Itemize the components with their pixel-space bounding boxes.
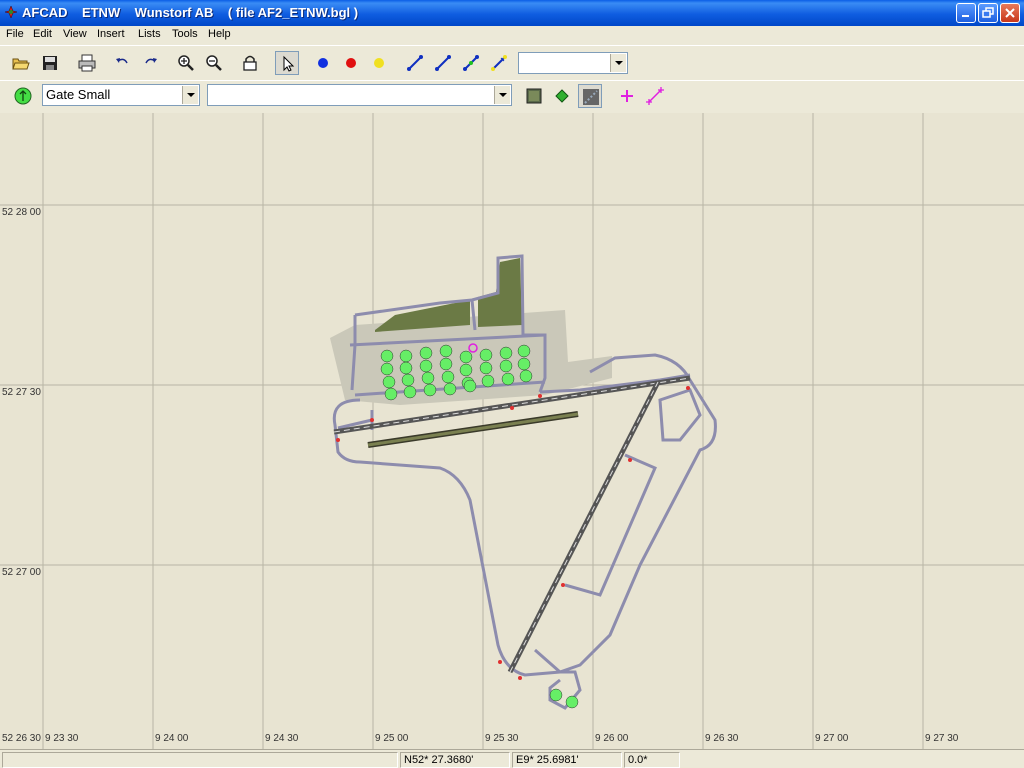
menu-edit[interactable]: Edit	[33, 28, 52, 40]
menu-file[interactable]: File	[6, 28, 24, 40]
latitude-label: 52 26 30	[2, 733, 41, 744]
menu-tools[interactable]: Tools	[172, 28, 198, 40]
zoom-in-button[interactable]	[174, 51, 198, 75]
toolbar-dropdown[interactable]	[518, 52, 628, 74]
parking-path-button[interactable]	[459, 51, 483, 75]
title-bar[interactable]: AFCAD ETNW Wunstorf AB ( file AF2_ETNW.b…	[0, 0, 1024, 26]
select-arrow-icon	[283, 55, 295, 72]
redo-icon	[145, 58, 157, 64]
menu-view[interactable]: View	[63, 28, 87, 40]
add-blue-node-button[interactable]	[311, 51, 335, 75]
marker-line-icon	[646, 87, 664, 105]
menu-help[interactable]: Help	[208, 28, 231, 40]
add-line-button[interactable]	[643, 84, 667, 108]
plus-marker-icon	[621, 90, 633, 102]
status-longitude: E9* 25.6981'	[512, 752, 622, 768]
parking-path-icon	[463, 55, 479, 71]
runway-path-button[interactable]	[431, 51, 455, 75]
connect-path-button[interactable]	[487, 51, 511, 75]
runway-path-icon	[435, 55, 451, 71]
open-icon	[12, 58, 30, 70]
apron-button[interactable]	[522, 84, 546, 108]
minimize-button[interactable]	[956, 3, 976, 23]
apron-icon	[526, 88, 542, 104]
longitude-label: 9 26 00	[595, 733, 629, 744]
main-toolbar	[0, 45, 1024, 80]
coordinate-grid	[0, 113, 1024, 749]
vertex-button[interactable]	[550, 84, 574, 108]
longitude-label: 9 25 00	[375, 733, 409, 744]
edge-light-icon	[583, 89, 599, 105]
chevron-down-icon[interactable]	[494, 86, 510, 104]
parking-name-select[interactable]	[207, 84, 512, 106]
hold-short-markers	[336, 386, 690, 680]
grass-area	[478, 258, 522, 327]
redo-button[interactable]	[139, 51, 163, 75]
lock-button[interactable]	[238, 51, 262, 75]
parking-type-value: Gate Small	[46, 87, 111, 102]
taxi-path-icon	[407, 55, 423, 71]
zoom-in-icon	[178, 55, 194, 71]
parking-spot-icon	[14, 87, 32, 105]
status-message	[2, 752, 398, 768]
red-node-icon	[346, 58, 356, 68]
runway-diagonal[interactable]	[507, 380, 661, 674]
map-drawing[interactable]	[0, 113, 1024, 749]
parking-toolbar: Gate Small	[0, 80, 1024, 114]
parking-mode-button[interactable]	[11, 84, 35, 108]
latitude-label: 52 28 00	[2, 207, 41, 218]
open-button[interactable]	[9, 51, 33, 75]
chevron-down-icon[interactable]	[182, 86, 198, 104]
print-icon	[78, 54, 96, 72]
close-icon	[1005, 8, 1015, 18]
blue-node-icon	[318, 58, 328, 68]
airport-map-canvas[interactable]: 52 28 00 52 27 30 52 27 00 52 26 30 9 23…	[0, 113, 1024, 749]
undo-icon	[116, 58, 128, 64]
menu-insert[interactable]: Insert	[97, 28, 125, 40]
connect-path-icon	[491, 55, 507, 71]
longitude-label: 9 27 00	[815, 733, 849, 744]
longitude-label: 9 26 30	[705, 733, 739, 744]
add-tower-button[interactable]	[615, 84, 639, 108]
taxi-path-button[interactable]	[403, 51, 427, 75]
longitude-label: 9 24 30	[265, 733, 299, 744]
zoom-out-button[interactable]	[202, 51, 226, 75]
longitude-label: 9 25 30	[485, 733, 519, 744]
select-button[interactable]	[275, 51, 299, 75]
runway-parallel[interactable]	[367, 411, 579, 448]
yellow-node-icon	[374, 58, 384, 68]
lock-icon	[243, 55, 257, 71]
save-icon	[43, 56, 57, 70]
edge-light-button[interactable]	[578, 84, 602, 108]
longitude-label: 9 23 30	[45, 733, 79, 744]
menu-bar: File Edit View Insert Lists Tools Help	[0, 26, 1024, 44]
latitude-label: 52 27 30	[2, 387, 41, 398]
latitude-label: 52 27 00	[2, 567, 41, 578]
afcad-app-icon	[4, 5, 18, 19]
status-bar: N52* 27.3680' E9* 25.6981' 0.0*	[0, 749, 1024, 768]
close-button[interactable]	[1000, 3, 1020, 23]
minimize-icon	[962, 15, 969, 17]
status-latitude: N52* 27.3680'	[400, 752, 510, 768]
parking-type-select[interactable]: Gate Small	[42, 84, 200, 106]
longitude-label: 9 27 30	[925, 733, 959, 744]
status-heading: 0.0*	[624, 752, 680, 768]
chevron-down-icon[interactable]	[610, 54, 626, 72]
vertex-icon	[555, 89, 569, 103]
restore-button[interactable]	[978, 3, 998, 23]
print-button[interactable]	[75, 51, 99, 75]
add-red-node-button[interactable]	[339, 51, 363, 75]
window-title: AFCAD ETNW Wunstorf AB ( file AF2_ETNW.b…	[22, 5, 359, 20]
save-button[interactable]	[38, 51, 62, 75]
add-yellow-node-button[interactable]	[367, 51, 391, 75]
menu-lists[interactable]: Lists	[138, 28, 161, 40]
zoom-out-icon	[206, 55, 222, 71]
longitude-label: 9 24 00	[155, 733, 189, 744]
restore-icon	[982, 7, 994, 18]
undo-button[interactable]	[110, 51, 134, 75]
